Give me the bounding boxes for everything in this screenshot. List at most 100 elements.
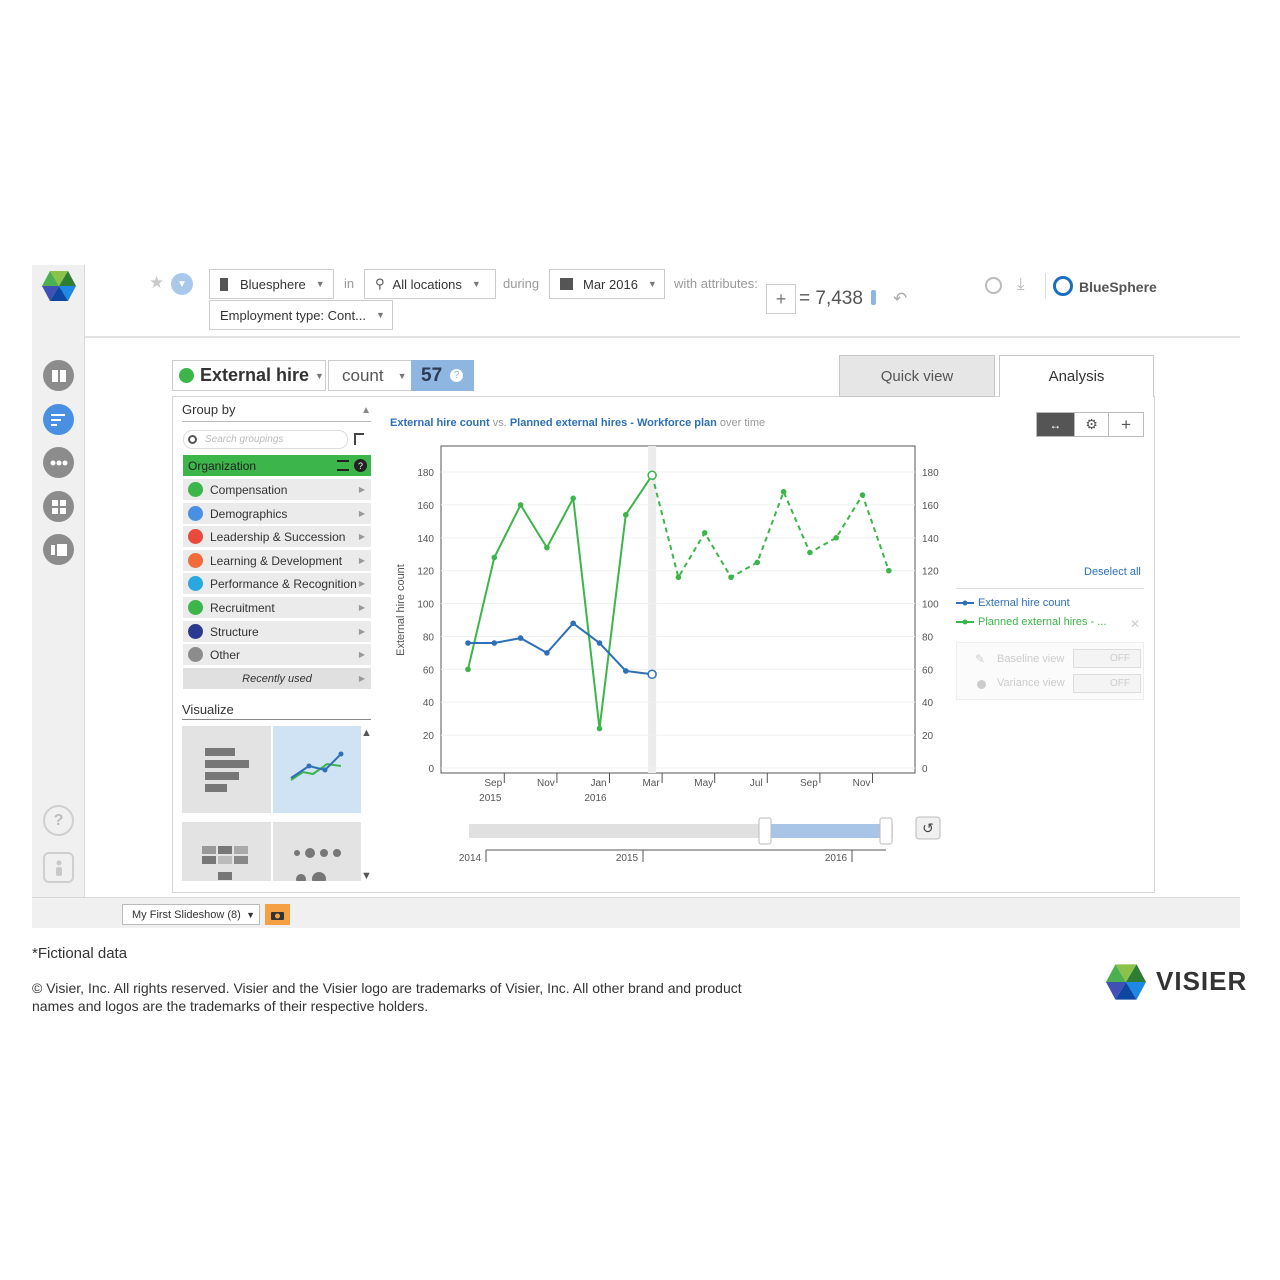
chart-title: External hire count vs. Planned external… — [390, 417, 765, 429]
location-label: All locations — [392, 276, 462, 292]
help-icon[interactable]: ? — [43, 805, 74, 836]
tab-quick-view-label: Quick view — [880, 367, 954, 385]
settings-gear-icon[interactable]: ⚙ — [1073, 413, 1109, 436]
legend-item-series-2[interactable]: Planned external hires - ... — [956, 616, 1106, 628]
group-item-organization[interactable]: Organization ? — [183, 455, 371, 476]
group-item-label: Recently used — [242, 672, 312, 685]
group-item-leadership[interactable]: Leadership & Succession ▶ — [183, 526, 371, 547]
tab-quick-view[interactable]: Quick view — [839, 355, 995, 397]
measure-selector[interactable]: count ▼ — [328, 360, 412, 391]
organization-dropdown[interactable]: Bluesphere ▼ — [209, 269, 334, 299]
toggle-state: OFF — [1110, 678, 1130, 689]
group-item-performance[interactable]: Performance & Recognition ▶ — [183, 573, 371, 594]
metric-selector[interactable]: External hire ▼ — [172, 360, 326, 391]
groups-icon[interactable] — [43, 447, 74, 478]
attributes-label: with attributes: — [674, 276, 758, 291]
group-item-recruitment[interactable]: Recruitment ▶ — [183, 597, 371, 618]
group-item-label: Learning & Development — [210, 553, 343, 568]
chevron-down-icon: ▼ — [315, 370, 324, 381]
chart-title-series-2: Planned external hires - Workforce plan — [509, 417, 717, 429]
scroll-down-icon[interactable]: ▼ — [361, 870, 372, 882]
analysis-nav-icon[interactable] — [43, 404, 74, 435]
collapse-up-icon: ▲ — [361, 405, 371, 416]
legend-label: External hire count — [978, 597, 1070, 609]
dashboard-icon[interactable] — [43, 491, 74, 522]
sort-icon[interactable] — [354, 433, 364, 445]
slideshow-label: My First Slideshow (8) — [132, 908, 241, 921]
view-toggles-panel: ✎ Baseline view OFF Variance view OFF — [956, 642, 1144, 700]
tab-analysis-label: Analysis — [1048, 368, 1105, 385]
viz-option-bubble[interactable] — [273, 822, 361, 886]
visualize-title: Visualize — [182, 702, 234, 717]
group-item-label: Leadership & Succession — [210, 529, 346, 544]
viz-option-heatmap[interactable] — [182, 822, 271, 881]
group-item-compensation[interactable]: Compensation ▶ — [183, 479, 371, 500]
viz-option-bar[interactable] — [182, 726, 271, 813]
period-label: Mar 2016 — [583, 276, 638, 292]
metric-name: External hire — [200, 365, 310, 385]
group-item-label: Compensation — [210, 482, 288, 497]
employment-type-filter[interactable]: Employment type: Cont... ▼ — [209, 300, 393, 330]
fit-width-button[interactable]: ↔ — [1037, 413, 1074, 436]
group-item-structure[interactable]: Structure ▶ — [183, 621, 371, 642]
add-icon[interactable]: + — [1108, 413, 1143, 436]
bluesphere-logo-icon — [1053, 276, 1073, 296]
group-by-header[interactable]: Group by ▲ — [182, 402, 371, 422]
camera-icon — [271, 911, 284, 920]
visier-logo — [42, 271, 76, 301]
chevron-down-icon: ▼ — [246, 909, 255, 920]
period-dropdown[interactable]: Mar 2016 ▼ — [549, 269, 665, 299]
chevron-right-icon: ▶ — [358, 650, 365, 659]
legend-item-series-1[interactable]: External hire count — [956, 597, 1070, 609]
star-icon — [188, 576, 203, 591]
recruitment-icon — [188, 600, 203, 615]
line-chart-icon — [290, 751, 344, 781]
chart-toolbar: ↔ ⚙ + — [1036, 412, 1144, 437]
remove-series-icon[interactable]: ✕ — [1130, 617, 1140, 631]
calendar-icon — [560, 278, 573, 290]
chevron-down-icon: ▼ — [397, 370, 407, 381]
demographics-icon — [188, 506, 203, 521]
download-icon[interactable]: ⤓ — [1017, 274, 1025, 294]
compensation-icon — [188, 482, 203, 497]
camera-button[interactable] — [265, 904, 290, 925]
legend-swatch — [956, 600, 974, 606]
baseline-view-toggle[interactable]: OFF — [1073, 649, 1141, 668]
add-attribute-button[interactable]: + — [766, 284, 796, 314]
location-dropdown[interactable]: ⚲ All locations ▼ — [364, 269, 496, 299]
user-profile-icon[interactable] — [43, 852, 74, 883]
chevron-down-icon: ▼ — [471, 279, 481, 289]
scroll-up-icon[interactable]: ▲ — [361, 727, 372, 739]
slideshow-dropdown[interactable]: My First Slideshow (8) ▼ — [122, 904, 260, 925]
legend-label: Planned external hires - ... — [978, 616, 1107, 628]
favorite-menu-button[interactable]: ▼ — [171, 273, 193, 295]
viz-option-line[interactable] — [273, 726, 361, 813]
group-item-label: Other — [210, 647, 241, 662]
library-icon[interactable] — [43, 360, 74, 391]
list-icon — [337, 460, 349, 471]
help-circle-icon[interactable]: ? — [354, 459, 367, 472]
building-icon — [220, 277, 228, 291]
group-item-label: Recruitment — [210, 600, 275, 615]
chevron-right-icon: ▶ — [358, 485, 365, 494]
tab-analysis[interactable]: Analysis — [999, 355, 1154, 397]
copyright-line-2: names and logos are the trademarks of th… — [32, 998, 429, 1014]
group-item-recently-used[interactable]: Recently used ▶ — [183, 668, 371, 689]
visualize-header: Visualize — [182, 702, 371, 720]
variance-dot-icon — [977, 680, 986, 689]
group-item-demographics[interactable]: Demographics ▶ — [183, 503, 371, 524]
undo-icon[interactable]: ↶ — [893, 289, 907, 309]
storyboard-icon[interactable] — [43, 534, 74, 565]
favorite-star-icon[interactable]: ★ — [149, 273, 164, 293]
chart-title-series-1: External hire count — [390, 417, 490, 429]
explore-compass-icon[interactable] — [985, 277, 1002, 294]
group-search-input[interactable]: Search groupings — [183, 430, 348, 449]
variance-view-toggle[interactable]: OFF — [1073, 674, 1141, 693]
group-item-other[interactable]: Other ▶ — [183, 644, 371, 665]
info-icon[interactable]: ? — [450, 369, 464, 382]
bottom-bar: My First Slideshow (8) ▼ — [32, 897, 1240, 928]
group-item-learning[interactable]: Learning & Development ▶ — [183, 550, 371, 571]
deselect-all-link[interactable]: Deselect all — [1084, 566, 1141, 578]
heatmap-icon — [202, 846, 248, 880]
chevron-down-icon: ▼ — [375, 310, 385, 320]
